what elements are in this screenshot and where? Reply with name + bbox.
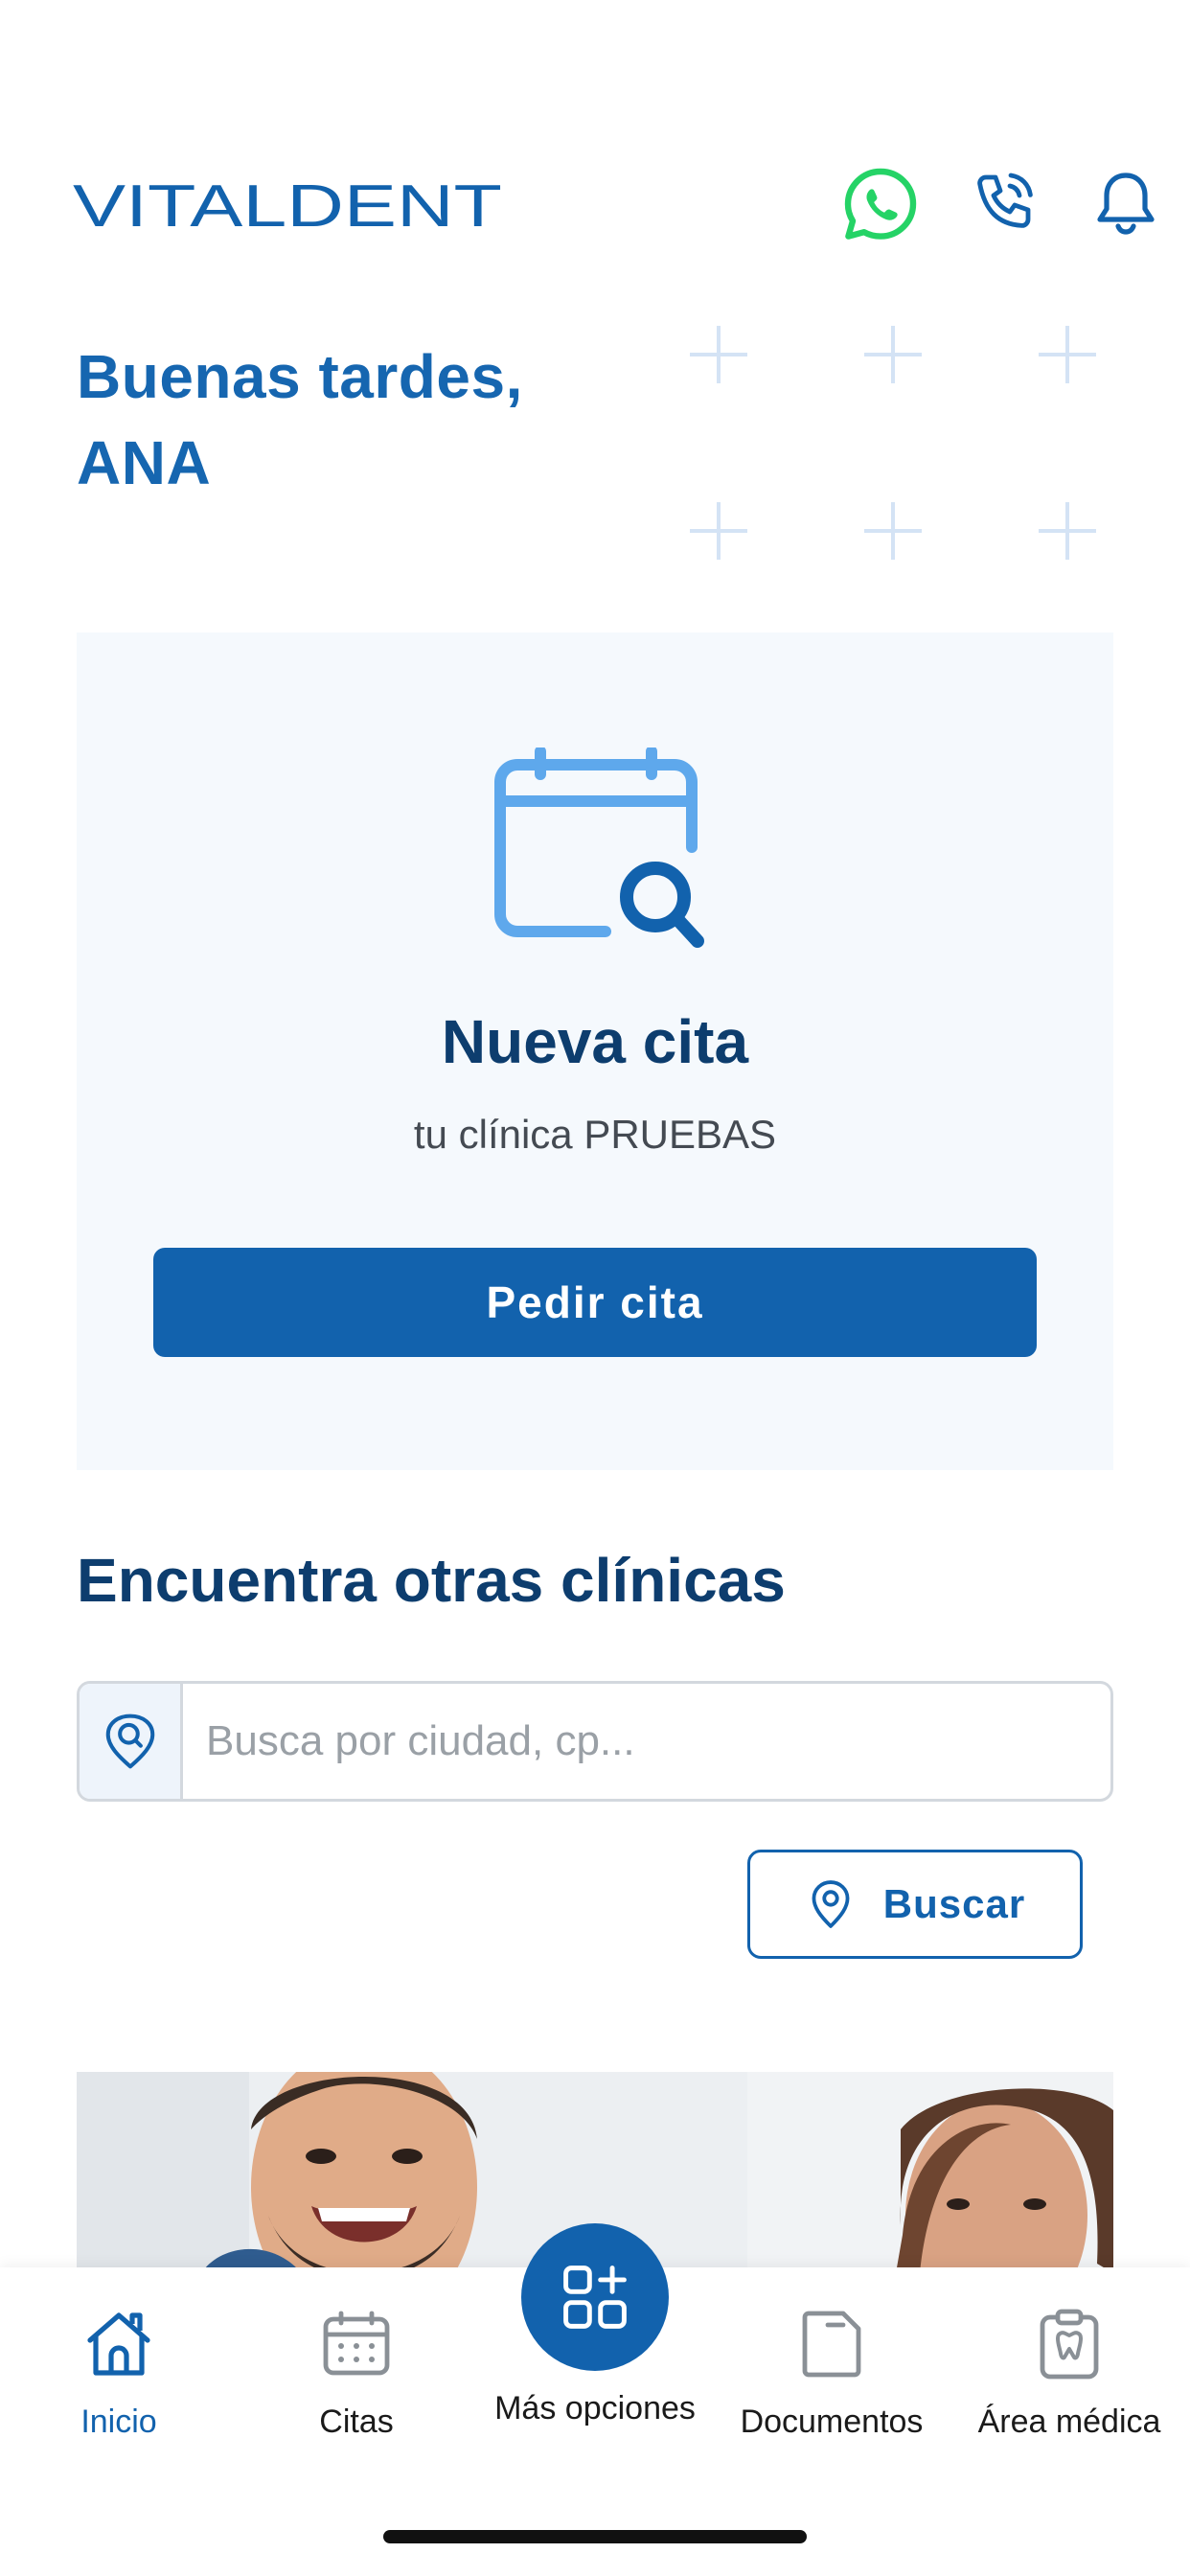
search-input[interactable] [206,1684,1087,1799]
svg-text:VITALDENT: VITALDENT [73,178,502,232]
calendar-icon [323,2311,390,2376]
book-appointment-button[interactable]: Pedir cita [153,1248,1037,1357]
card-subtitle: tu clínica PRUEBAS [413,1112,777,1157]
nav-item-citas[interactable]: Citas [241,2306,471,2450]
document-icon [802,2311,861,2378]
plus-icon [864,502,922,560]
nav-label-citas: Citas [319,2404,394,2440]
search-button-label: Buscar [882,1881,1026,1926]
notifications-button[interactable] [1085,163,1167,245]
phone-button[interactable] [964,163,1046,245]
search-button[interactable]: Buscar [747,1850,1083,1959]
home-indicator [383,2530,807,2543]
greeting-salutation: Buenas tardes, [77,342,523,411]
new-appointment-card: Nueva cita tu clínica PRUEBAS Pedir cita [77,632,1113,1470]
location-pin-icon [812,1880,850,1928]
home-icon [87,2312,150,2376]
grid-plus-icon [563,2266,627,2329]
whatsapp-icon [844,168,917,240]
plus-icon [1039,326,1096,383]
card-title: Nueva cita [441,1007,749,1076]
nav-label-inicio: Inicio [80,2404,157,2440]
search-icon-box [80,1684,183,1799]
plus-icon [690,326,747,383]
nav-label-area-medica: Área médica [977,2404,1161,2440]
greeting-user-name: ANA [77,428,212,497]
nav-item-documentos[interactable]: Documentos [717,2306,947,2450]
plus-icon [1039,502,1096,560]
phone-icon [977,172,1033,228]
decorative-plus-pattern [690,326,1140,560]
location-search-icon [105,1714,154,1769]
tooth-clipboard-icon [1040,2309,1099,2380]
nav-label-mas-opciones[interactable]: Más opciones [469,2390,721,2427]
more-options-button[interactable] [521,2223,669,2371]
clinic-search-field [77,1681,1113,1802]
greeting: Buenas tardes, ANA [77,334,613,506]
nav-label-documentos: Documentos [740,2404,924,2440]
plus-icon [690,502,747,560]
nav-item-area-medica[interactable]: Área médica [954,2306,1184,2450]
header-actions [788,163,1190,249]
vitaldent-logo: VITALDENT [73,173,502,240]
bell-icon [1097,172,1155,235]
whatsapp-button[interactable] [839,163,922,245]
find-clinics-title: Encuentra otras clínicas [77,1546,786,1615]
nav-item-inicio[interactable]: Inicio [4,2306,234,2450]
calendar-search-icon [494,746,705,949]
plus-icon [864,326,922,383]
